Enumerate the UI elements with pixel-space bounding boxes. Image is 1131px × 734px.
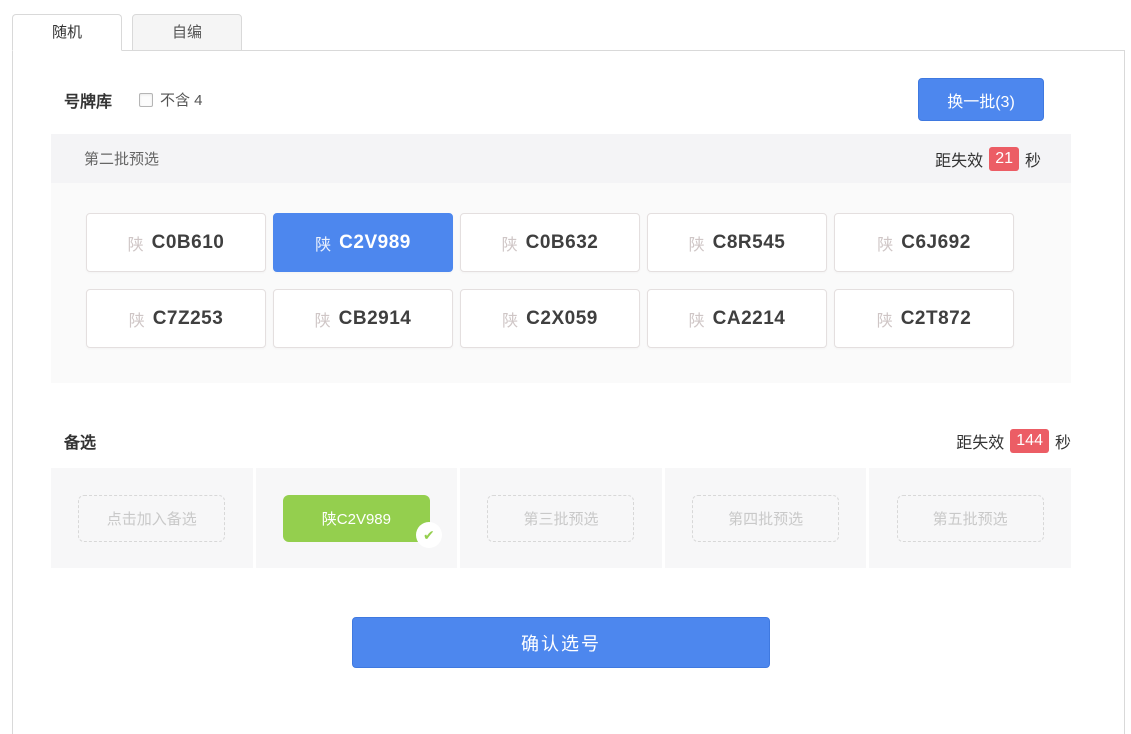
tab-random[interactable]: 随机 [12, 14, 122, 51]
tab-bar: 随机 自编 [12, 14, 1131, 51]
plate-province: 陕 [315, 307, 331, 331]
plate-province: 陕 [877, 231, 893, 255]
alt-cell: 点击加入备选 [51, 468, 253, 568]
plate-code: C8R545 [713, 232, 786, 254]
plate-code: CA2214 [713, 308, 786, 330]
pool-header-row: 号牌库 不含 4 换一批(3) [64, 78, 1044, 121]
plate-province: 陕 [129, 307, 145, 331]
plate-option[interactable]: 陕 CB2914 [273, 289, 453, 348]
plate-option-selected[interactable]: 陕 C2V989 [273, 213, 453, 272]
alt-slot-filled[interactable]: 陕C2V989✔ [283, 495, 430, 542]
refresh-batch-button[interactable]: 换一批(3) [918, 78, 1044, 121]
plate-code: CB2914 [339, 308, 412, 330]
plate-province: 陕 [689, 231, 705, 255]
alt-slot-label: 第三批预选 [523, 508, 598, 529]
plate-code: C0B610 [152, 232, 225, 254]
check-icon: ✔ [416, 522, 442, 548]
plate-code: C2X059 [526, 308, 598, 330]
confirm-row: 确认选号 [51, 617, 1071, 668]
plate-option[interactable]: 陕 C0B632 [460, 213, 640, 272]
expiry-countdown-badge: 21 [989, 147, 1019, 171]
expiry-suffix: 秒 [1055, 429, 1071, 453]
pool-title: 号牌库 [64, 88, 112, 112]
plate-option[interactable]: 陕 C8R545 [647, 213, 827, 272]
alt-cell: 第三批预选 [460, 468, 662, 568]
plate-code: C2T872 [901, 308, 972, 330]
expiry-countdown-badge: 144 [1010, 429, 1049, 453]
alt-slot-placeholder[interactable]: 第四批预选 [692, 495, 839, 542]
exclude-4-checkbox-wrap[interactable]: 不含 4 [139, 89, 203, 110]
alt-slot-placeholder[interactable]: 第三批预选 [487, 495, 634, 542]
alt-slot-label: 点击加入备选 [107, 508, 197, 529]
tab-custom[interactable]: 自编 [132, 14, 242, 51]
checkbox-label: 不含 4 [160, 89, 203, 110]
plate-option[interactable]: 陕 C0B610 [86, 213, 266, 272]
alt-slot-label: 陕C2V989 [322, 508, 391, 529]
plate-code: C0B632 [526, 232, 599, 254]
expiry-prefix: 距失效 [956, 429, 1004, 453]
plate-code: C2V989 [339, 232, 411, 254]
plate-option[interactable]: 陕 C7Z253 [86, 289, 266, 348]
batch-header: 第二批预选 距失效 21 秒 [51, 134, 1071, 183]
alt-slot-label: 第五批预选 [933, 508, 1008, 529]
alternatives-header-row: 备选 距失效 144 秒 [51, 429, 1071, 453]
alt-cell: 第五批预选 [869, 468, 1071, 568]
plate-province: 陕 [128, 231, 144, 255]
batch-title: 第二批预选 [84, 148, 159, 169]
plate-province: 陕 [877, 307, 893, 331]
plate-province: 陕 [502, 307, 518, 331]
checkbox-icon[interactable] [139, 93, 153, 107]
confirm-selection-button[interactable]: 确认选号 [352, 617, 770, 668]
batch-section: 第二批预选 距失效 21 秒 陕 C0B610 陕 C2V989 陕 C0B63… [51, 134, 1071, 383]
expiry-prefix: 距失效 [935, 147, 983, 171]
plate-code: C7Z253 [153, 308, 224, 330]
alt-cell: 陕C2V989 ✔ [256, 468, 458, 568]
alternatives-title: 备选 [64, 429, 96, 453]
plate-option[interactable]: 陕 C2T872 [834, 289, 1014, 348]
plate-option[interactable]: 陕 C6J692 [834, 213, 1014, 272]
batch-expiry: 距失效 21 秒 [935, 147, 1041, 171]
alternatives-strip: 点击加入备选 陕C2V989 ✔ 第三批预选 第四批预选 第五批预选 [51, 468, 1071, 568]
expiry-suffix: 秒 [1025, 147, 1041, 171]
alt-slot-empty[interactable]: 点击加入备选 [78, 495, 225, 542]
plate-option[interactable]: 陕 C2X059 [460, 289, 640, 348]
plate-code: C6J692 [901, 232, 971, 254]
alt-slot-placeholder[interactable]: 第五批预选 [897, 495, 1044, 542]
plate-province: 陕 [689, 307, 705, 331]
alt-cell: 第四批预选 [665, 468, 867, 568]
plate-option[interactable]: 陕 CA2214 [647, 289, 827, 348]
alt-slot-label: 第四批预选 [728, 508, 803, 529]
plates-grid: 陕 C0B610 陕 C2V989 陕 C0B632 陕 C8R545 陕 C6… [51, 183, 1071, 383]
alternatives-expiry: 距失效 144 秒 [956, 429, 1071, 453]
main-panel: 号牌库 不含 4 换一批(3) 第二批预选 距失效 21 秒 陕 C0B610 … [12, 50, 1125, 734]
plate-province: 陕 [502, 231, 518, 255]
plate-province: 陕 [315, 231, 331, 255]
